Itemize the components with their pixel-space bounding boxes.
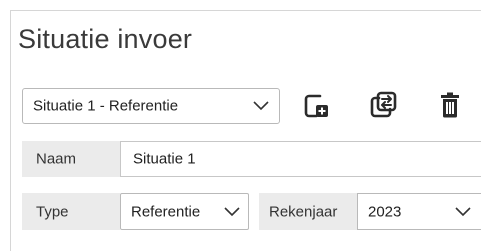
copy-situation-button[interactable] <box>369 91 397 119</box>
delete-situation-button[interactable] <box>436 91 464 119</box>
type-label: Type <box>22 193 120 230</box>
chevron-down-icon <box>253 101 269 111</box>
naam-field-value: Situatie 1 <box>133 150 196 168</box>
naam-label: Naam <box>22 141 120 177</box>
naam-field[interactable]: Situatie 1 <box>120 141 481 177</box>
type-select[interactable]: Referentie <box>120 193 249 230</box>
rekenjaar-select[interactable]: 2023 <box>357 193 481 230</box>
add-situation-button[interactable] <box>302 92 330 120</box>
chevron-down-icon <box>455 206 471 216</box>
situation-select[interactable]: Situatie 1 - Referentie <box>22 88 280 124</box>
type-select-value: Referentie <box>131 203 201 220</box>
rekenjaar-select-value: 2023 <box>368 203 402 220</box>
delete-icon <box>441 92 459 118</box>
rekenjaar-label: Rekenjaar <box>259 193 357 230</box>
add-situation-icon <box>304 94 328 118</box>
copy-situation-icon <box>370 91 397 118</box>
situation-select-value: Situatie 1 - Referentie <box>33 97 179 115</box>
chevron-down-icon <box>224 206 240 216</box>
page-title: Situatie invoer <box>18 24 193 54</box>
